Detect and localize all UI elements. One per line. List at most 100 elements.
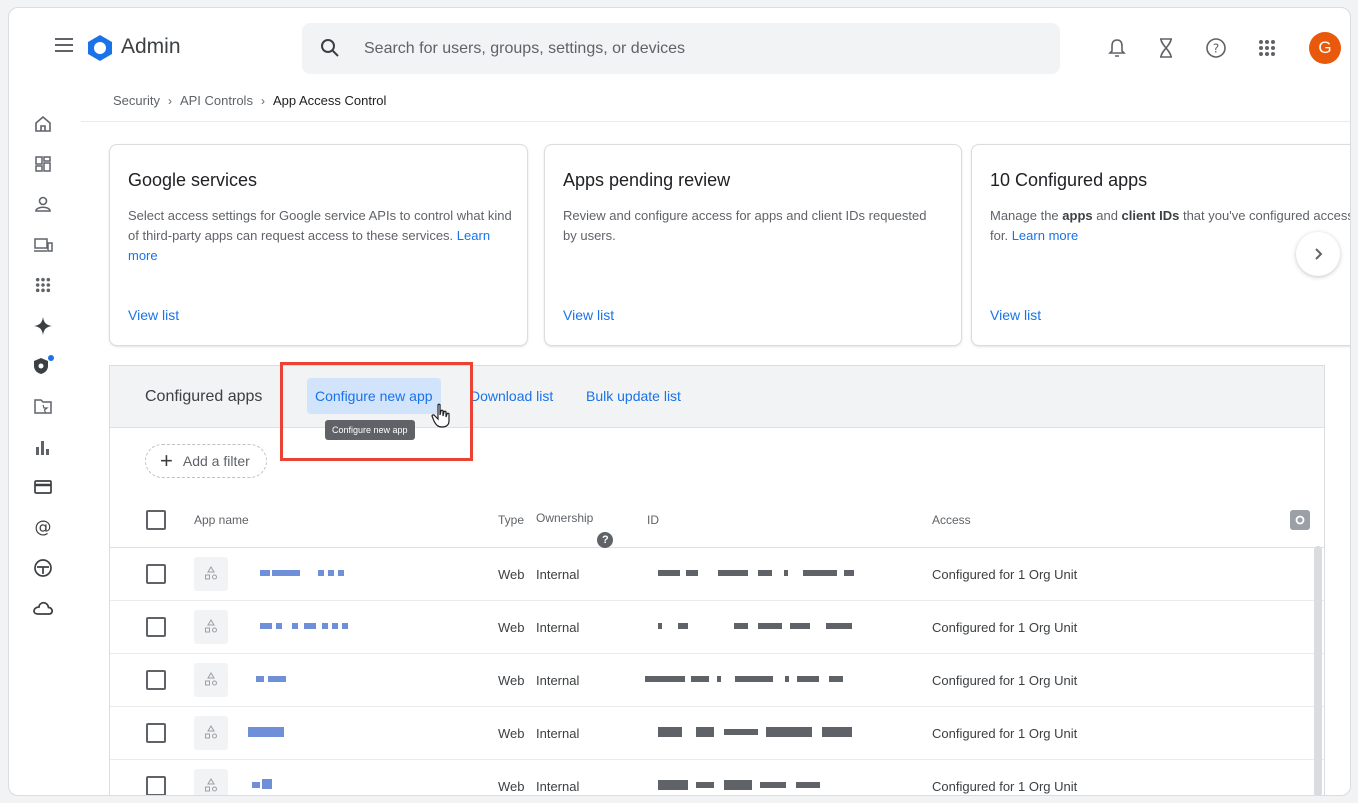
- table-scrollbar[interactable]: [1314, 546, 1322, 795]
- breadcrumb-current: App Access Control: [272, 93, 387, 108]
- type-cell: Web: [498, 620, 525, 635]
- account-icon[interactable]: @: [31, 515, 55, 539]
- access-cell: Configured for 1 Org Unit: [932, 726, 1078, 741]
- view-list-link[interactable]: View list: [990, 307, 1041, 323]
- column-type[interactable]: Type: [498, 513, 524, 527]
- type-cell: Web: [498, 726, 525, 741]
- security-icon[interactable]: [31, 354, 55, 378]
- dashboard-icon[interactable]: [31, 152, 55, 176]
- users-icon[interactable]: [31, 192, 55, 216]
- id-redacted: [658, 780, 918, 790]
- row-checkbox[interactable]: [146, 670, 166, 690]
- breadcrumb: Security › API Controls › App Access Con…: [113, 93, 386, 108]
- column-id[interactable]: ID: [647, 513, 659, 527]
- column-access[interactable]: Access: [932, 513, 971, 527]
- app-icon: [194, 769, 228, 795]
- download-list-button[interactable]: Download list: [470, 388, 553, 404]
- add-filter-button[interactable]: + Add a filter: [145, 444, 267, 478]
- card-title: 10 Configured apps: [990, 170, 1148, 190]
- ownership-cell: Internal: [536, 567, 580, 582]
- search-input[interactable]: [364, 23, 1024, 74]
- carousel-next-button[interactable]: [1296, 232, 1340, 276]
- avatar[interactable]: G: [1309, 32, 1341, 64]
- type-cell: Web: [498, 567, 525, 582]
- card-apps-pending-review: Apps pending review Review and configure…: [544, 144, 962, 346]
- row-checkbox[interactable]: [146, 564, 166, 584]
- card-configured-apps: 10 Configured apps Manage the apps and c…: [971, 144, 1350, 346]
- id-redacted: [645, 676, 915, 684]
- app-icon: [194, 557, 228, 591]
- app-name-redacted[interactable]: [260, 623, 355, 631]
- apps-grid-icon[interactable]: [1255, 36, 1279, 60]
- admin-console-window: Admin ? G: [8, 7, 1351, 796]
- id-redacted: [658, 570, 918, 578]
- divider: [81, 121, 1350, 122]
- devices-icon[interactable]: [31, 233, 55, 257]
- home-icon[interactable]: [31, 112, 55, 136]
- access-cell: Configured for 1 Org Unit: [932, 779, 1078, 794]
- card-title: Apps pending review: [563, 170, 731, 190]
- app-name-redacted[interactable]: [260, 570, 355, 578]
- card-description: Review and configure access for apps and…: [563, 208, 927, 243]
- help-icon[interactable]: ?: [1204, 36, 1228, 60]
- table-row[interactable]: Web Internal Configured for 1 Org Unit: [110, 548, 1324, 601]
- card-description: Select access settings for Google servic…: [128, 208, 512, 263]
- row-checkbox[interactable]: [146, 776, 166, 795]
- type-cell: Web: [498, 779, 525, 794]
- column-settings-icon[interactable]: [1290, 510, 1310, 530]
- card-google-services: Google services Select access settings f…: [109, 144, 528, 346]
- svg-text:?: ?: [1213, 42, 1219, 56]
- table-row[interactable]: Web Internal Configured for 1 Org Unit: [110, 760, 1324, 795]
- app-icon: [194, 610, 228, 644]
- breadcrumb-api-controls[interactable]: API Controls: [180, 93, 253, 108]
- app-name-redacted[interactable]: [256, 676, 301, 684]
- view-list-link[interactable]: View list: [563, 307, 614, 323]
- folder-icon[interactable]: [31, 394, 55, 418]
- chevron-right-icon: ›: [260, 93, 265, 108]
- app-icon: [194, 716, 228, 750]
- access-cell: Configured for 1 Org Unit: [932, 567, 1078, 582]
- top-bar: Admin ? G: [9, 8, 1350, 88]
- ownership-cell: Internal: [536, 779, 580, 794]
- hourglass-icon[interactable]: [1154, 36, 1178, 60]
- rules-icon[interactable]: [31, 556, 55, 580]
- table-row[interactable]: Web Internal Configured for 1 Org Unit: [110, 654, 1324, 707]
- apps-icon[interactable]: [31, 273, 55, 297]
- help-icon[interactable]: ?: [597, 532, 614, 548]
- bell-icon[interactable]: [1105, 36, 1129, 60]
- type-cell: Web: [498, 673, 525, 688]
- breadcrumb-security[interactable]: Security: [113, 93, 160, 108]
- search-bar[interactable]: [302, 23, 1060, 74]
- app-brand[interactable]: Admin: [121, 35, 181, 59]
- ownership-cell: Internal: [536, 726, 580, 741]
- svg-text:@: @: [35, 518, 52, 538]
- app-name-redacted[interactable]: [248, 727, 293, 737]
- hamburger-icon[interactable]: [55, 38, 73, 52]
- storage-icon[interactable]: [31, 596, 55, 620]
- app-name-redacted[interactable]: [252, 779, 297, 790]
- panel-title: Configured apps: [145, 388, 263, 405]
- ownership-cell: Internal: [536, 673, 580, 688]
- app-icon: [194, 663, 228, 697]
- admin-logo-icon[interactable]: [85, 33, 115, 63]
- plus-icon: +: [160, 448, 173, 473]
- search-icon[interactable]: [320, 38, 340, 58]
- table-row[interactable]: Web Internal Configured for 1 Org Unit: [110, 601, 1324, 654]
- column-app-name[interactable]: App name: [194, 513, 249, 527]
- table-header: App name Type Ownership? ID Access: [110, 492, 1324, 548]
- gemini-icon[interactable]: [31, 314, 55, 338]
- hand-cursor-icon: [431, 403, 450, 428]
- select-all-checkbox[interactable]: [146, 510, 166, 530]
- learn-more-link[interactable]: Learn more: [1012, 228, 1078, 243]
- table-row[interactable]: Web Internal Configured for 1 Org Unit: [110, 707, 1324, 760]
- chevron-right-icon: ›: [167, 93, 172, 108]
- access-cell: Configured for 1 Org Unit: [932, 620, 1078, 635]
- row-checkbox[interactable]: [146, 617, 166, 637]
- column-ownership[interactable]: Ownership?: [536, 511, 614, 548]
- view-list-link[interactable]: View list: [128, 307, 179, 323]
- access-cell: Configured for 1 Org Unit: [932, 673, 1078, 688]
- row-checkbox[interactable]: [146, 723, 166, 743]
- billing-icon[interactable]: [31, 475, 55, 499]
- reporting-icon[interactable]: [31, 435, 55, 459]
- bulk-update-list-button[interactable]: Bulk update list: [586, 388, 681, 404]
